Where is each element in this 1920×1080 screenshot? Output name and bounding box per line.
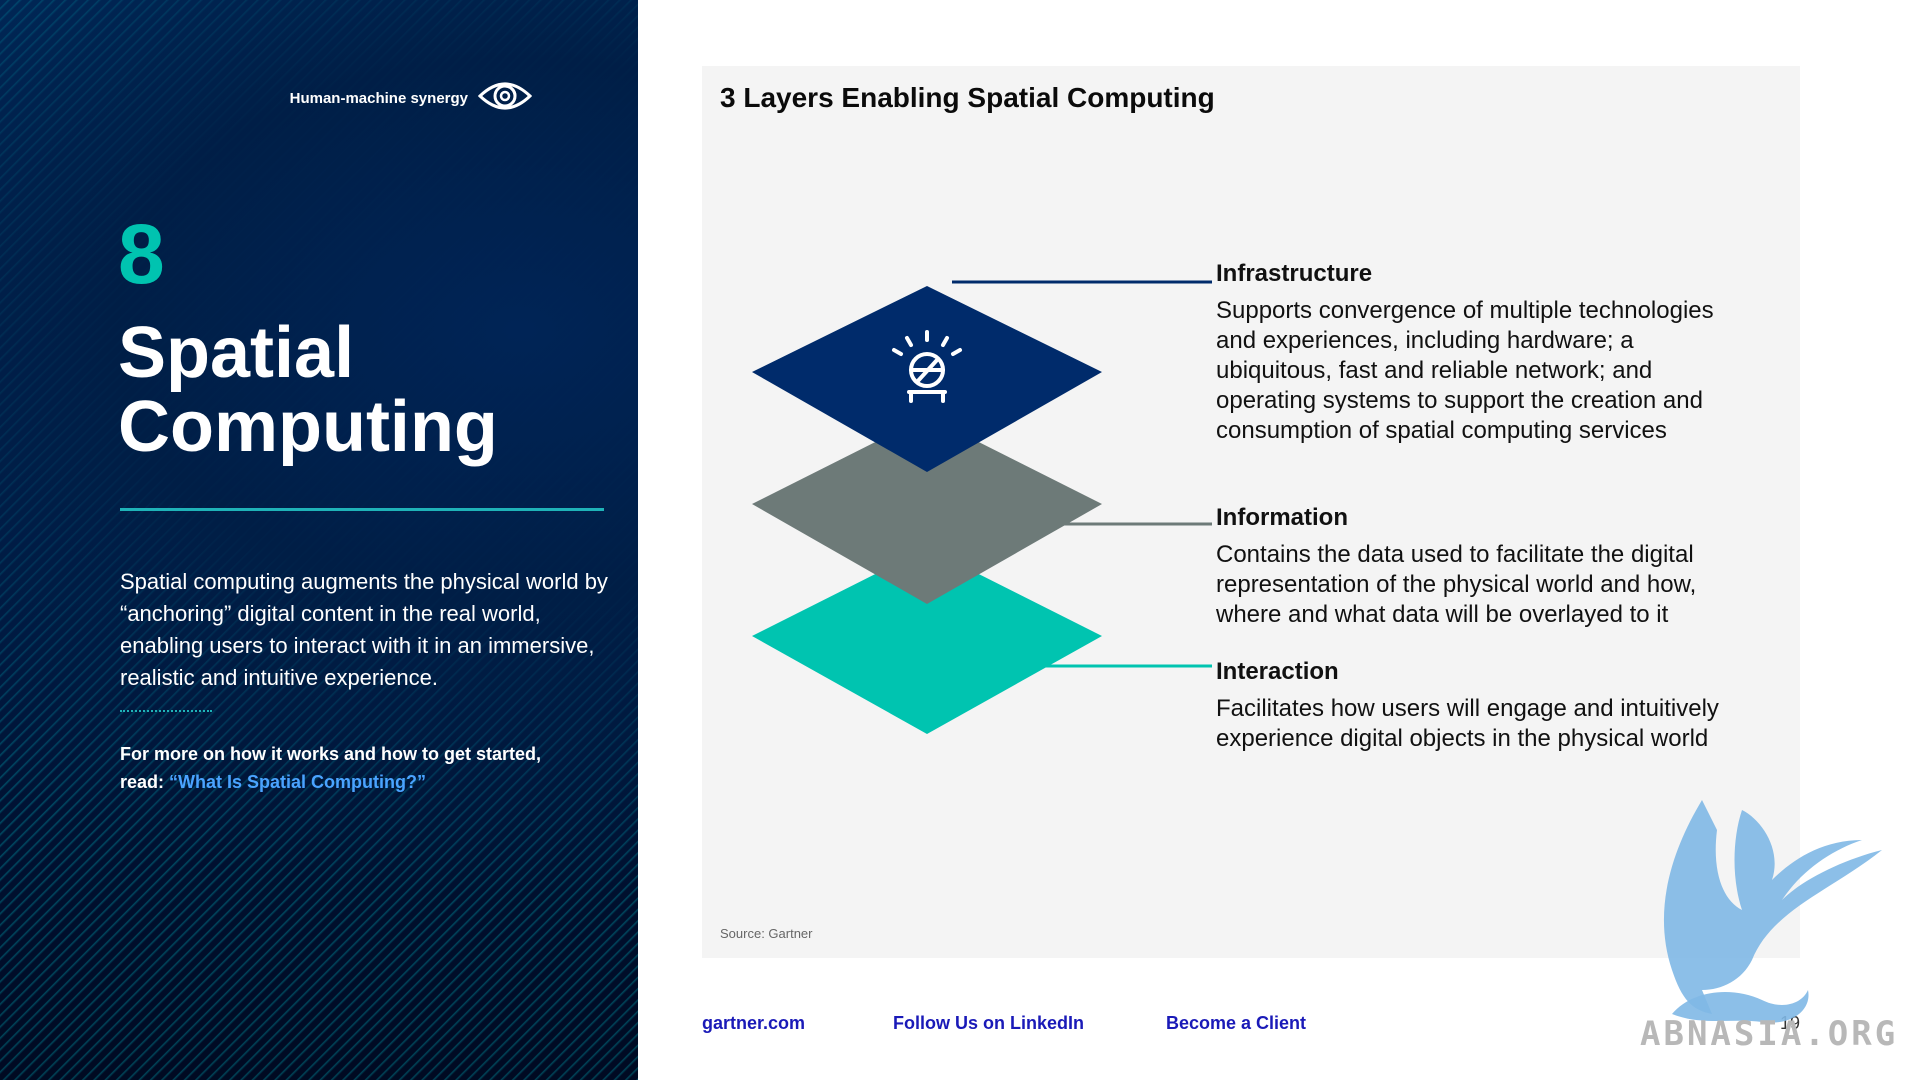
eye-icon bbox=[477, 78, 533, 118]
layer-infrastructure-description: Supports convergence of multiple technol… bbox=[1216, 297, 1714, 444]
layer-information-text: Information Contains the data used to fa… bbox=[1216, 504, 1756, 630]
footer-link-become-client[interactable]: Become a Client bbox=[1166, 1013, 1306, 1034]
layer-interaction-name: Interaction bbox=[1216, 658, 1339, 685]
watermark-text: ABNASIA.ORG bbox=[1640, 1014, 1899, 1054]
layers-diagram bbox=[752, 280, 1212, 734]
eyebrow: Human-machine synergy bbox=[289, 78, 533, 118]
title-line-2: Computing bbox=[118, 387, 498, 467]
sidebar-panel: Human-machine synergy 8 Spatial Computin… bbox=[0, 0, 638, 1080]
layer-infrastructure bbox=[752, 286, 1102, 472]
layer-infrastructure-text: Infrastructure Supports convergence of m… bbox=[1216, 260, 1756, 446]
read-more-link[interactable]: “What Is Spatial Computing?” bbox=[169, 772, 426, 792]
footer-link-gartner[interactable]: gartner.com bbox=[702, 1013, 805, 1034]
title-line-1: Spatial bbox=[118, 313, 355, 393]
description: Spatial computing augments the physical … bbox=[120, 569, 608, 690]
footer-link-linkedin[interactable]: Follow Us on LinkedIn bbox=[893, 1013, 1084, 1034]
page-title: Spatial Computing bbox=[118, 316, 598, 464]
title-divider bbox=[120, 508, 604, 511]
layer-interaction-description: Facilitates how users will engage and in… bbox=[1216, 695, 1719, 752]
layer-information-description: Contains the data used to facilitate the… bbox=[1216, 541, 1697, 628]
dotted-divider bbox=[120, 710, 212, 712]
read-more: For more on how it works and how to get … bbox=[120, 740, 590, 796]
layer-infrastructure-name: Infrastructure bbox=[1216, 260, 1373, 287]
eyebrow-label: Human-machine synergy bbox=[289, 89, 468, 107]
layer-information-name: Information bbox=[1216, 504, 1348, 531]
source-note: Source: Gartner bbox=[720, 926, 813, 941]
layer-interaction-text: Interaction Facilitates how users will e… bbox=[1216, 658, 1756, 754]
trend-number: 8 bbox=[118, 207, 165, 301]
panel-title: 3 Layers Enabling Spatial Computing bbox=[720, 82, 1215, 113]
